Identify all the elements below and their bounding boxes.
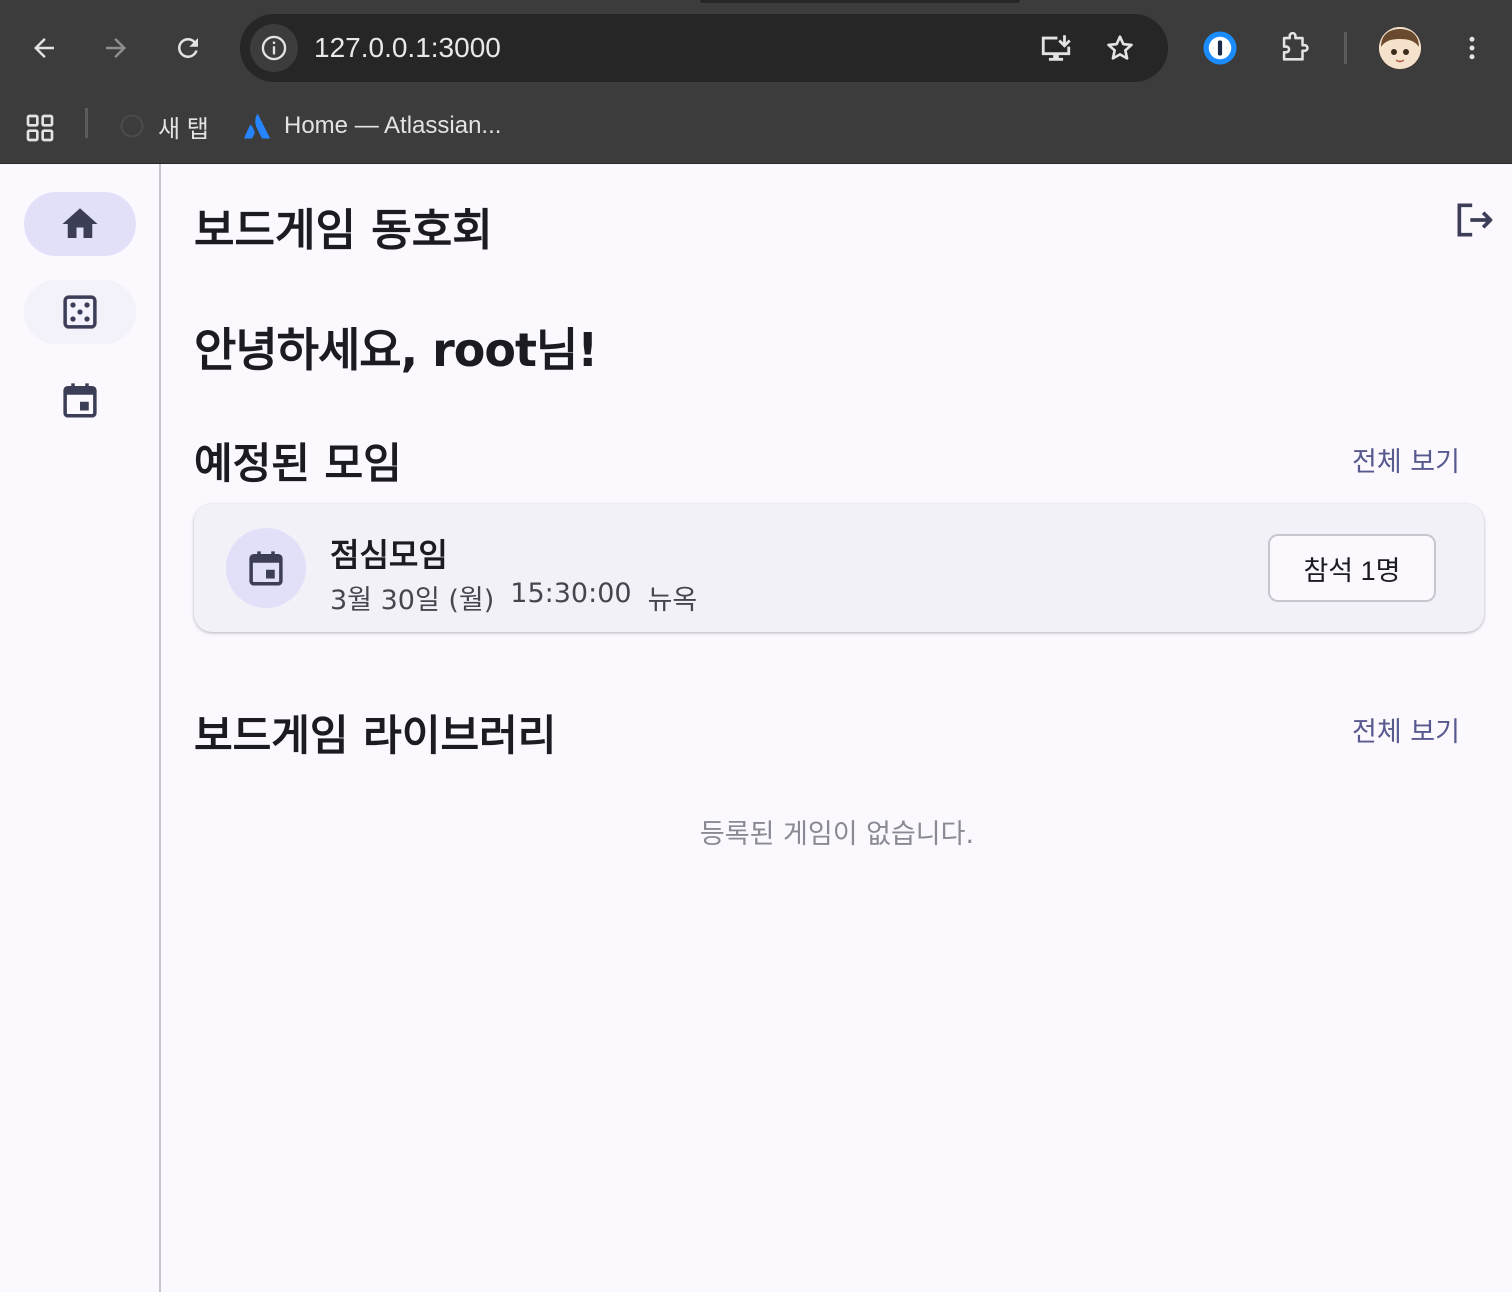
navigation-rail bbox=[0, 164, 161, 1292]
nav-games[interactable] bbox=[24, 280, 136, 344]
bookmark-label: Home — Atlassian... bbox=[284, 112, 502, 139]
home-icon bbox=[62, 208, 98, 238]
site-info-button[interactable] bbox=[250, 24, 298, 72]
toolbar-divider bbox=[1344, 32, 1347, 64]
bookmark-new-tab[interactable]: 새 탭 bbox=[118, 104, 209, 148]
forward-button[interactable] bbox=[92, 24, 140, 72]
library-empty-message: 등록된 게임이 없습니다. bbox=[699, 819, 975, 850]
meeting-details: 3월 30일 (월) 15:30:00 뉴옥 bbox=[330, 578, 697, 617]
meeting-name: 점심모임 bbox=[330, 536, 448, 574]
bookmark-label: 새 탭 bbox=[158, 115, 209, 143]
apps-grid-icon bbox=[26, 114, 54, 142]
url-text[interactable]: 127.0.0.1:3000 bbox=[314, 14, 501, 82]
extensions-button[interactable] bbox=[1270, 24, 1318, 72]
browser-chrome: 127.0.0.1:3000 새 탭 Home — Atlassian... bbox=[0, 0, 1512, 164]
calendar-icon bbox=[63, 383, 97, 418]
library-section-title: 보드게임 라이브러리 bbox=[194, 711, 557, 760]
nav-calendar[interactable] bbox=[24, 368, 136, 432]
install-app-button[interactable] bbox=[1032, 24, 1080, 72]
reload-icon bbox=[178, 38, 198, 58]
address-bar[interactable]: 127.0.0.1:3000 bbox=[240, 14, 1168, 82]
browser-menu-button[interactable] bbox=[1448, 24, 1496, 72]
meeting-icon-badge bbox=[226, 528, 306, 608]
bookmark-star-button[interactable] bbox=[1096, 24, 1144, 72]
main-content: 보드게임 동호회 안녕하세요, root님! 예정된 모임 전체 보기 점심모임… bbox=[162, 164, 1512, 1292]
dice-icon bbox=[63, 295, 97, 329]
reload-button[interactable] bbox=[164, 24, 212, 72]
logout-button[interactable] bbox=[1448, 194, 1500, 246]
active-tab-edge bbox=[700, 0, 1020, 3]
back-button[interactable] bbox=[20, 24, 68, 72]
bookmarks-divider bbox=[85, 108, 88, 138]
greeting-heading: 안녕하세요, root님! bbox=[194, 323, 598, 377]
bookmark-atlassian[interactable]: Home — Atlassian... bbox=[242, 104, 501, 148]
nav-home[interactable] bbox=[24, 192, 136, 256]
arrow-right-icon bbox=[106, 38, 126, 58]
avatar-face-icon bbox=[1379, 27, 1421, 69]
meeting-date: 3월 30일 (월) bbox=[330, 585, 495, 616]
arrow-left-icon bbox=[34, 38, 54, 58]
meeting-time: 15:30:00 bbox=[510, 578, 632, 609]
puzzle-icon bbox=[1282, 31, 1309, 61]
password-manager-button[interactable] bbox=[1196, 24, 1244, 72]
meetings-section-title: 예정된 모임 bbox=[194, 439, 402, 488]
more-vertical-icon bbox=[1469, 36, 1475, 60]
library-see-all-link[interactable]: 전체 보기 bbox=[1352, 710, 1460, 749]
browser-toolbar: 127.0.0.1:3000 bbox=[0, 0, 1512, 96]
bookmarks-bar: 새 탭 Home — Atlassian... bbox=[0, 96, 1512, 164]
logout-icon bbox=[1457, 203, 1493, 237]
meeting-card[interactable]: 점심모임 3월 30일 (월) 15:30:00 뉴옥 참석 1명 bbox=[194, 504, 1484, 632]
star-icon bbox=[1107, 35, 1133, 60]
page-title: 보드게임 동호회 bbox=[194, 205, 493, 256]
profile-avatar[interactable] bbox=[1379, 27, 1421, 69]
password-manager-icon bbox=[1203, 31, 1237, 65]
meeting-location: 뉴옥 bbox=[647, 585, 698, 616]
install-app-icon bbox=[1041, 35, 1071, 61]
meetings-see-all-link[interactable]: 전체 보기 bbox=[1352, 440, 1460, 479]
attendance-button[interactable]: 참석 1명 bbox=[1268, 534, 1436, 602]
atlassian-logo-icon bbox=[243, 113, 271, 139]
apps-button[interactable] bbox=[18, 106, 62, 150]
calendar-icon bbox=[249, 551, 283, 586]
globe-icon bbox=[120, 114, 144, 138]
info-icon bbox=[261, 35, 287, 61]
